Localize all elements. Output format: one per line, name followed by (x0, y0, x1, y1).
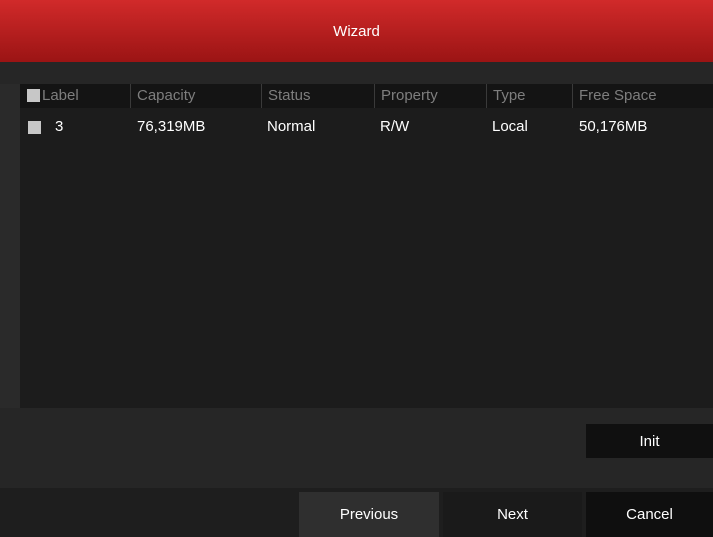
select-all-checkbox[interactable] (27, 89, 40, 102)
init-button[interactable]: Init (586, 424, 713, 458)
column-header-status[interactable]: Status (261, 84, 374, 108)
cancel-button[interactable]: Cancel (586, 492, 713, 537)
column-header-capacity[interactable]: Capacity (130, 84, 261, 108)
wizard-title-bar: Wizard (0, 0, 713, 62)
cell-property: R/W (380, 118, 410, 135)
cell-label: 3 (55, 118, 64, 135)
cell-capacity: 76,319MB (137, 118, 206, 135)
action-area: Init (0, 408, 713, 488)
row-checkbox[interactable] (28, 121, 41, 134)
header-spacer (0, 62, 713, 84)
column-header-label[interactable]: Label (42, 84, 130, 108)
cell-status: Normal (267, 118, 316, 135)
column-header-free-space[interactable]: Free Space (572, 84, 713, 108)
wizard-title: Wizard (333, 22, 380, 40)
previous-button[interactable]: Previous (299, 492, 439, 537)
table-header: Label Capacity Status Property Type Free… (20, 84, 713, 108)
disk-table: Label Capacity Status Property Type Free… (20, 84, 713, 408)
cell-type: Local (492, 118, 528, 135)
column-header-property[interactable]: Property (374, 84, 486, 108)
navigation-bar: Previous Next Cancel (0, 488, 713, 537)
next-button[interactable]: Next (443, 492, 582, 537)
table-row[interactable]: 3 76,319MB Normal R/W Local 50,176MB (20, 114, 713, 140)
cell-free-space: 50,176MB (579, 118, 648, 135)
column-header-type[interactable]: Type (486, 84, 572, 108)
